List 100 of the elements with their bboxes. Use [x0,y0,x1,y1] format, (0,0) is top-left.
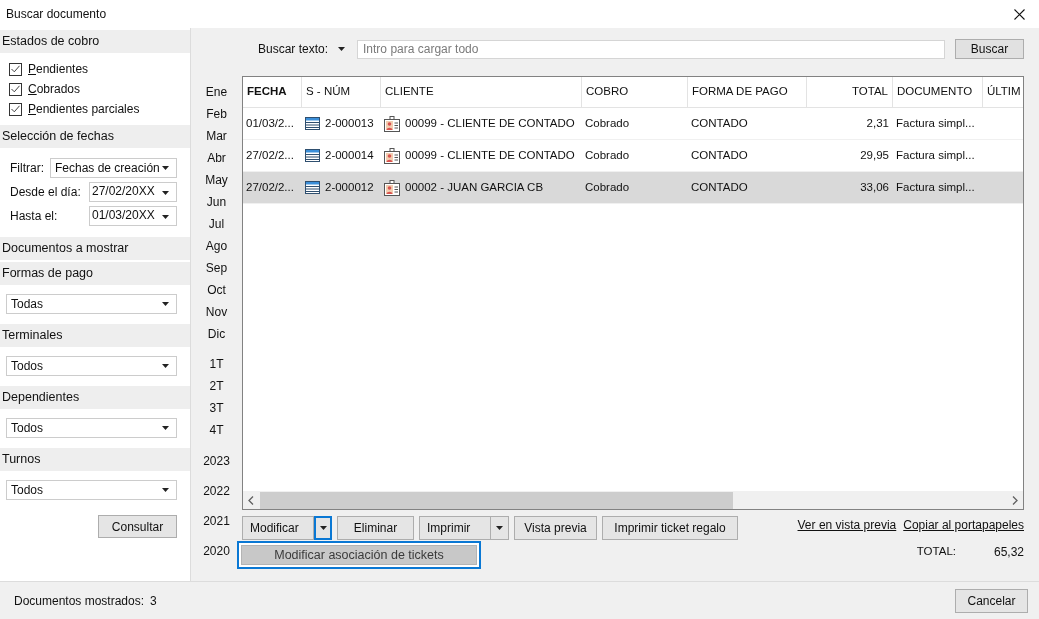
section-header: Documentos a mostrar [0,237,190,260]
period-button[interactable]: Mar [206,125,227,147]
table-cell-text: 00002 - JUAN GARCIA CB [405,179,544,195]
table-cell-text: CONTADO [691,115,748,131]
list-document-icon [305,117,320,130]
date-field[interactable]: 01/03/20XX [89,206,177,226]
table-cell-text: 00099 - CLIENTE DE CONTADO [405,115,575,131]
table-cell-text: 29,95 [860,147,889,163]
field-label: Hasta el: [10,208,58,225]
table-cell-text: 2,31 [866,115,889,131]
cancel-button[interactable]: Cancelar [955,588,1028,613]
table-cell-text: Cobrado [585,147,630,163]
table-cell-text: 33,06 [860,179,889,195]
table-cell-text: Cobrado [585,115,630,131]
status-label: Documentos mostrados: [14,592,145,610]
status-value: 3 [150,592,157,610]
id-card-icon [384,115,400,132]
scrollbar-thumb[interactable] [260,491,733,509]
caret-icon [496,526,503,530]
field-label: Filtrar: [10,160,44,177]
search-mode-dropdown[interactable]: Buscar texto: [242,39,352,59]
dropdown-field[interactable]: Fechas de creación [50,158,177,178]
query-button[interactable]: Consultar [98,515,177,538]
period-button[interactable]: 1T [209,353,224,375]
window-title: Buscar documento [6,6,107,23]
split-button[interactable]: Imprimir [419,516,491,540]
period-button[interactable]: 2020 [203,536,230,566]
section-header: Dependientes [0,386,190,409]
checkbox[interactable] [9,82,22,96]
checkbox[interactable] [9,62,22,76]
caret-icon [162,166,169,170]
period-button[interactable]: Ago [205,235,228,257]
period-button[interactable]: 2023 [203,446,230,476]
period-button[interactable]: Jun [206,191,227,213]
list-document-icon [305,181,320,194]
search-button[interactable]: Buscar [955,39,1024,59]
table-cell-text: 27/02/2... [246,179,294,195]
link[interactable]: Copiar al portapapeles [903,516,1024,534]
link[interactable]: Ver en vista previa [797,516,897,534]
dropdown-arrow-button[interactable] [314,516,332,540]
column-header[interactable]: S - NÚM [302,77,381,107]
column-header[interactable]: ÚLTIM [983,77,1023,107]
section-header: Formas de pago [0,262,190,285]
column-header[interactable]: CLIENTE [381,77,582,107]
period-button[interactable]: Nov [205,301,228,323]
checkbox-label[interactable]: Cobrados [28,80,81,98]
column-header[interactable]: FECHA [243,77,302,107]
date-field[interactable]: 27/02/20XX [89,182,177,202]
field-label: Desde el día: [10,184,81,201]
search-field[interactable]: Intro para cargar todo [357,39,945,59]
period-button[interactable]: Sep [205,257,228,279]
split-button[interactable]: Modificar [242,516,314,540]
dropdown-arrow-button[interactable] [491,516,509,540]
checkbox-label[interactable]: Pendientes [28,60,89,78]
period-button[interactable]: 4T [209,419,224,441]
table-cell-text: CONTADO [691,179,748,195]
column-header[interactable]: TOTAL [807,77,893,107]
column-header[interactable]: COBRO [582,77,688,107]
column-header[interactable]: FORMA DE PAGO [688,77,807,107]
action-button[interactable]: Imprimir ticket regalo [602,516,738,540]
table-cell-text: Factura simpl... [896,147,975,163]
id-card-icon [384,179,400,196]
total-value: 65,32 [992,543,1024,561]
table-row[interactable]: 27/02/2... 2-000012 00002 - JUAN GARCIA CB Cobrado CONTADO 33,06 Factura simpl... [243,172,1023,204]
period-button[interactable]: Dic [207,323,226,345]
period-button[interactable]: Feb [206,103,227,125]
caret-icon [162,190,169,195]
table-cell-text: 2-000013 [325,115,374,131]
period-button[interactable]: 2022 [203,476,230,506]
action-button[interactable]: Vista previa [514,516,597,540]
section-header: Terminales [0,324,190,347]
dropdown-field[interactable]: Todos [6,356,177,376]
dropdown-field[interactable]: Todos [6,418,177,438]
table-cell-text: Cobrado [585,179,630,195]
close-icon [1013,8,1025,20]
table-cell-text: 00099 - CLIENTE DE CONTADO [405,147,575,163]
section-header: Selección de fechas [0,125,190,148]
list-document-icon [305,149,320,162]
period-button[interactable]: Jul [208,213,225,235]
period-button[interactable]: Ene [205,81,228,103]
period-button[interactable]: 2T [209,375,224,397]
action-button[interactable]: Eliminar [337,516,414,540]
period-button[interactable]: Abr [207,147,226,169]
checkbox[interactable] [9,102,22,116]
column-header[interactable]: DOCUMENTO [893,77,983,107]
caret-icon [319,526,327,530]
period-button[interactable]: 3T [209,397,224,419]
caret-icon [162,364,169,368]
dropdown-field[interactable]: Todas [6,294,177,314]
caret-icon [162,488,169,492]
table-cell-text: Factura simpl... [896,179,975,195]
menu-item[interactable]: Modificar asociación de tickets [241,545,477,565]
period-button[interactable]: 2021 [203,506,230,536]
checkbox-label[interactable]: Pendientes parciales [28,100,140,118]
section-header: Estados de cobro [0,30,190,53]
period-button[interactable]: Oct [207,279,226,301]
dropdown-field[interactable]: Todos [6,480,177,500]
horizontal-scrollbar[interactable] [243,491,1023,509]
total-label: TOTAL: [916,543,956,559]
period-button[interactable]: May [205,169,228,191]
